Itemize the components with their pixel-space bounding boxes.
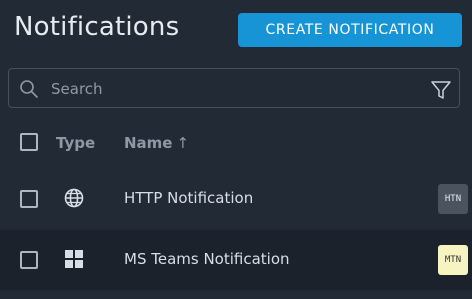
column-header-name[interactable]: Name ↑ bbox=[124, 134, 189, 152]
windows-icon bbox=[65, 250, 83, 268]
column-header-type[interactable]: Type bbox=[56, 134, 95, 152]
search-input[interactable] bbox=[49, 75, 413, 103]
filter-icon[interactable] bbox=[430, 79, 452, 101]
table-header: Type Name ↑ bbox=[0, 124, 472, 162]
create-notification-button[interactable]: CREATE NOTIFICATION bbox=[238, 13, 462, 47]
row-checkbox[interactable] bbox=[20, 190, 38, 208]
search-bar bbox=[8, 68, 460, 108]
notification-name[interactable]: MS Teams Notification bbox=[124, 250, 290, 268]
table-row[interactable]: HTTP Notification HTN bbox=[0, 169, 472, 229]
globe-icon bbox=[64, 188, 84, 208]
column-header-name-label: Name bbox=[124, 134, 173, 152]
notification-name[interactable]: HTTP Notification bbox=[124, 189, 253, 207]
select-all-checkbox[interactable] bbox=[20, 133, 38, 151]
row-checkbox[interactable] bbox=[20, 251, 38, 269]
table-row[interactable]: MS Teams Notification MTN bbox=[0, 230, 472, 290]
page-title: Notifications bbox=[14, 12, 180, 42]
sort-ascending-icon: ↑ bbox=[176, 134, 190, 152]
notification-badge: MTN bbox=[438, 245, 468, 275]
notification-badge: HTN bbox=[438, 184, 468, 214]
search-icon bbox=[20, 80, 38, 98]
